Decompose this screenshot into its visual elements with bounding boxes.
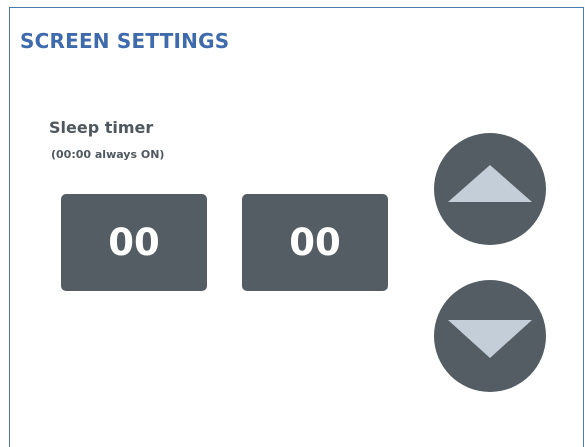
decrease-button[interactable] [434, 280, 546, 392]
increase-button[interactable] [434, 133, 546, 245]
hours-field[interactable]: 00 [61, 194, 207, 291]
page-title: SCREEN SETTINGS [20, 29, 230, 53]
sleep-timer-hint: (00:00 always ON) [51, 148, 165, 161]
sleep-timer-label: Sleep timer [49, 118, 154, 137]
hours-value: 00 [108, 221, 160, 264]
minutes-value: 00 [289, 221, 341, 264]
minutes-field[interactable]: 00 [242, 194, 388, 291]
triangle-up-icon [448, 165, 532, 202]
triangle-down-icon [448, 320, 532, 358]
